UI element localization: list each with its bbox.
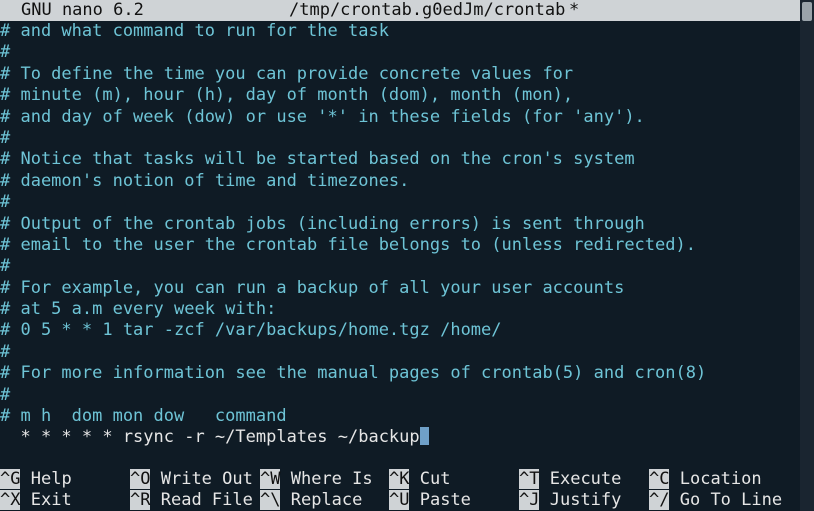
shortcut-bar: ^G Help ^O Write Out ^W Where Is ^K Cut ^T E… (0, 469, 800, 511)
shortcut-label: Go To Line (679, 490, 783, 510)
editor-line-text: # at 5 a.m every week with: (0, 299, 277, 320)
editor-line-text: # To define the time you can provide con… (0, 63, 574, 84)
editor-line[interactable]: # (0, 256, 800, 277)
editor-line-text: # Notice that tasks will be started base… (0, 149, 635, 170)
shortcut-help[interactable]: ^G Help (0, 469, 72, 490)
shortcut-go-to-line[interactable]: ^/ Go To Line (649, 490, 782, 511)
shortcut-label: Cut (419, 469, 451, 489)
editor-line-text: # and what command to run for the task (0, 21, 389, 41)
editor-line-text: # (0, 192, 11, 213)
shortcut-label: Location (679, 469, 762, 489)
editor-line[interactable]: # (0, 128, 800, 149)
shortcut-label: Replace (290, 490, 363, 510)
scrollbar[interactable] (800, 0, 814, 511)
shortcut-key: ^\ (260, 490, 281, 510)
editor-line[interactable]: # at 5 a.m every week with: (0, 299, 800, 320)
editor-line[interactable]: # To define the time you can provide con… (0, 64, 800, 85)
editor-line-text: # Output of the crontab jobs (including … (0, 213, 645, 234)
modified-indicator: * (569, 0, 580, 20)
shortcut-key: ^/ (649, 490, 670, 510)
editor-line-text: # (0, 42, 11, 63)
shortcut-label: Read File (160, 490, 253, 510)
editor-line[interactable]: # For example, you can run a backup of a… (0, 278, 800, 299)
shortcut-key: ^K (389, 469, 410, 489)
editor-line[interactable]: # For more information see the manual pa… (0, 363, 800, 384)
editor-line-text: # (0, 127, 11, 148)
shortcut-key: ^U (389, 490, 410, 510)
editor-line[interactable]: # minute (m), hour (h), day of month (do… (0, 85, 800, 106)
shortcut-write-out[interactable]: ^O Write Out (130, 469, 253, 490)
shortcut-cut[interactable]: ^K Cut (389, 469, 450, 490)
editor-text-area[interactable]: # and what command to run for the task # #… (0, 21, 800, 449)
shortcut-key: ^X (0, 490, 21, 510)
shortcut-key: ^W (260, 469, 281, 489)
editor-line[interactable]: # (0, 42, 800, 63)
editor-line[interactable]: # (0, 385, 800, 406)
shortcut-label: Where Is (290, 469, 373, 489)
shortcut-label: Justify (549, 490, 622, 510)
editor-line-text: # and day of week (dow) or use '*' in th… (0, 106, 645, 127)
shortcut-label: Execute (549, 469, 622, 489)
title-bar: GNU nano 6.2 /tmp/crontab.g0edJm/crontab… (0, 0, 800, 21)
editor-line-text: # 0 5 * * 1 tar -zcf /var/backups/home.t… (0, 320, 502, 341)
shortcut-label: Exit (30, 490, 72, 510)
shortcut-row: ^X Exit ^R Read File ^\ Replace ^U Paste ^J … (0, 490, 800, 511)
shortcut-execute[interactable]: ^T Execute (519, 469, 621, 490)
editor-line-text: # For example, you can run a backup of a… (0, 277, 625, 298)
editor-line[interactable]: # and day of week (dow) or use '*' in th… (0, 107, 800, 128)
editor-line-text: # email to the user the crontab file bel… (0, 234, 696, 255)
shortcut-justify[interactable]: ^J Justify (519, 490, 621, 511)
editor-line-text: # For more information see the manual pa… (0, 363, 707, 384)
scrollbar-thumb[interactable] (802, 2, 812, 21)
editor-line-text: # m h dom mon dow command (0, 406, 287, 427)
shortcut-where-is[interactable]: ^W Where Is (260, 469, 373, 490)
editor-line[interactable]: # and what command to run for the task (0, 21, 800, 42)
editor-line[interactable]: # (0, 192, 800, 213)
editor-line[interactable]: # Notice that tasks will be started base… (0, 149, 800, 170)
editor-line[interactable]: # 0 5 * * 1 tar -zcf /var/backups/home.t… (0, 320, 800, 341)
shortcut-read-file[interactable]: ^R Read File (130, 490, 253, 511)
editor-line-text: # (0, 384, 11, 405)
shortcut-exit[interactable]: ^X Exit (0, 490, 72, 511)
shortcut-key: ^O (130, 469, 151, 489)
editor-line[interactable]: # daemon's notion of time and timezones. (0, 171, 800, 192)
editor-line[interactable]: # email to the user the crontab file bel… (0, 235, 800, 256)
app-name: GNU nano 6.2 (21, 0, 144, 20)
editor-line[interactable]: # (0, 342, 800, 363)
shortcut-location[interactable]: ^C Location (649, 469, 762, 490)
text-cursor (419, 427, 429, 446)
shortcut-label: Write Out (160, 469, 253, 489)
editor-line-text: # daemon's notion of time and timezones. (0, 170, 410, 191)
shortcut-key: ^G (0, 469, 21, 489)
shortcut-label: Help (30, 469, 72, 489)
editor-line-text: # (0, 341, 11, 362)
shortcut-key: ^R (130, 490, 151, 510)
editor-line-text: # (0, 256, 11, 277)
shortcut-key: ^C (649, 469, 670, 489)
editor-line-text: # minute (m), hour (h), day of month (do… (0, 85, 574, 106)
editor-line-text: * * * * * rsync -r ~/Templates ~/backup (0, 427, 420, 448)
shortcut-label: Paste (419, 490, 471, 510)
shortcut-key: ^J (519, 490, 540, 510)
shortcut-key: ^T (519, 469, 540, 489)
shortcut-row: ^G Help ^O Write Out ^W Where Is ^K Cut ^T E… (0, 469, 800, 490)
editor-line[interactable]: * * * * * rsync -r ~/Templates ~/backup (0, 427, 800, 448)
shortcut-replace[interactable]: ^\ Replace (260, 490, 362, 511)
editor-line[interactable]: # Output of the crontab jobs (including … (0, 214, 800, 235)
editor-line[interactable]: # m h dom mon dow command (0, 406, 800, 427)
shortcut-paste[interactable]: ^U Paste (389, 490, 471, 511)
file-path: /tmp/crontab.g0edJm/crontab (289, 0, 566, 20)
